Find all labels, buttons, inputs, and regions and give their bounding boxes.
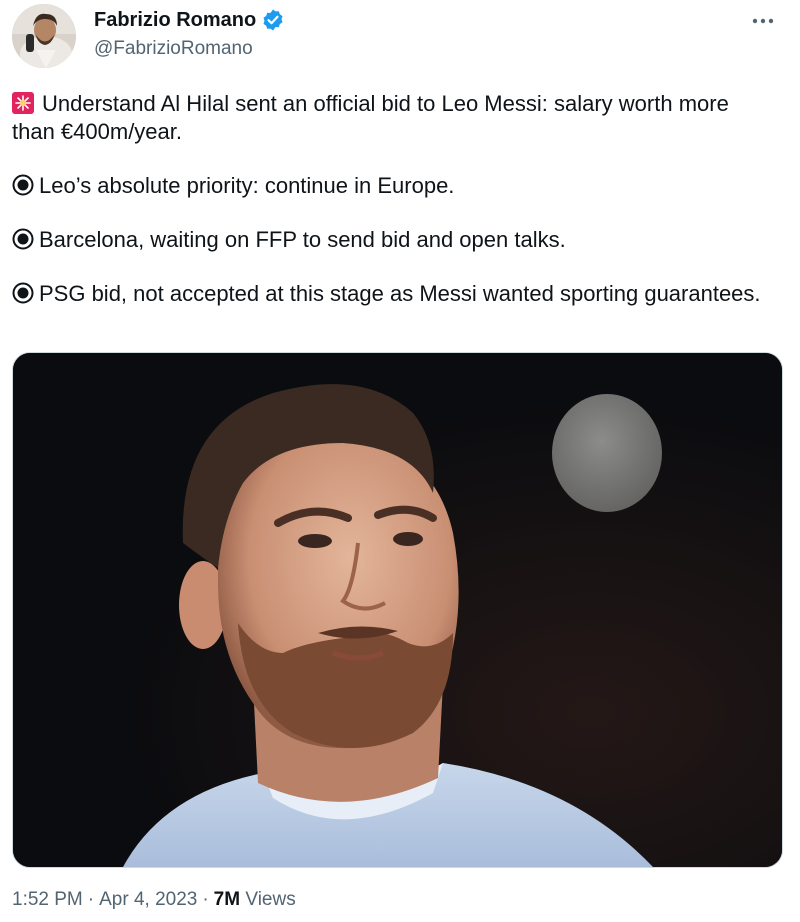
tweet-paragraph-text: Understand Al Hilal sent an official bid… [12, 91, 729, 144]
meta-separator: · [202, 889, 209, 910]
author-name-text: Fabrizio Romano [94, 9, 257, 31]
tweet-media-image[interactable] [12, 352, 783, 868]
bullet-icon [12, 228, 34, 250]
tweet-date[interactable]: Apr 4, 2023 [99, 889, 197, 910]
tweet-paragraph-text: Barcelona, waiting on FFP to send bid an… [39, 227, 566, 252]
tweet-paragraph: Barcelona, waiting on FFP to send bid an… [12, 226, 772, 254]
tweet-text: Understand Al Hilal sent an official bid… [12, 90, 772, 308]
avatar-image [12, 4, 76, 68]
views-count: 7M [213, 889, 241, 910]
tweet-meta: 1:52 PM · Apr 4, 2023 · 7M Views [12, 888, 296, 912]
meta-separator: · [87, 889, 95, 910]
tweet-time[interactable]: 1:52 PM [12, 889, 83, 910]
bullet-icon [12, 282, 34, 304]
author-handle[interactable]: @FabrizioRomano [94, 37, 253, 61]
player-photo [13, 353, 782, 867]
verified-badge-icon [261, 8, 285, 32]
tweet-paragraph: Leo’s absolute priority: continue in Eur… [12, 172, 772, 200]
tweet-paragraph: PSG bid, not accepted at this stage as M… [12, 280, 772, 308]
views-label: Views [245, 889, 296, 910]
more-options-icon [752, 18, 774, 24]
tweet-paragraph: Understand Al Hilal sent an official bid… [12, 90, 772, 146]
author-name[interactable]: Fabrizio Romano [94, 8, 285, 32]
tweet-paragraph-text: Leo’s absolute priority: continue in Eur… [39, 173, 455, 198]
more-options-button[interactable] [748, 6, 778, 36]
avatar[interactable] [12, 4, 76, 68]
siren-icon [12, 92, 34, 114]
tweet-paragraph-text: PSG bid, not accepted at this stage as M… [39, 281, 761, 306]
bullet-icon [12, 174, 34, 196]
tweet: Fabrizio Romano @FabrizioRomano Understa… [0, 0, 800, 922]
